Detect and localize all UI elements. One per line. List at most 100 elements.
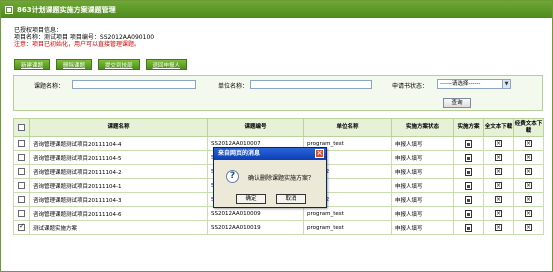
document-icon[interactable] — [465, 167, 472, 176]
header-plan: 实施方案 — [453, 118, 484, 137]
search-panel: 课题名称： 单位名称： 申请书状态： ------请选择------ ▼ 查询 — [13, 75, 543, 111]
cell-plan — [453, 150, 484, 165]
document-icon[interactable] — [465, 195, 472, 204]
x-box-icon[interactable]: × — [495, 168, 502, 175]
table-header: 课题名称 课题编号 单位名称 实施方案状态 实施方案 全文本下载 经费文本下载 — [13, 118, 544, 137]
warning-text: 注意：项目已初始化，用户可以直接管理课题。 — [14, 41, 141, 48]
table-row: 咨询管理课题测试项目20111104-6 SS2012AA010009 progra… — [13, 206, 544, 221]
cell-plan — [453, 192, 484, 207]
cell-status: 申报人填写 — [391, 150, 454, 165]
toolbar: 新建课题 删除课题 提交到技部 退回申报人 — [14, 59, 188, 70]
row-checkbox[interactable] — [18, 222, 25, 231]
document-icon[interactable] — [465, 139, 472, 148]
cell-fulltext: × — [483, 178, 514, 193]
dialog-message: 确认删除课题实施方案？ — [248, 175, 315, 182]
cell-budget: × — [513, 164, 544, 179]
project-line: 项目名称：测试项目 项目编号：SS2012AA090100 — [14, 34, 155, 41]
cancel-button[interactable]: 取消 — [276, 194, 306, 204]
select-all-cell — [13, 118, 30, 137]
cell-topic-name: 咨询管理课题测试项目20111104-1 — [29, 178, 208, 193]
cell-status: 申报人填写 — [391, 192, 454, 207]
x-box-icon[interactable]: × — [495, 140, 502, 147]
cell-unit-name: program_test — [303, 220, 392, 235]
cell-budget: × — [513, 178, 544, 193]
x-box-icon[interactable]: × — [495, 210, 502, 217]
cell-fulltext: × — [483, 206, 514, 221]
x-box-icon[interactable]: × — [525, 224, 532, 231]
x-box-icon[interactable]: × — [495, 182, 502, 189]
row-checkbox[interactable] — [18, 168, 25, 175]
header-unit-name: 单位名称 — [303, 118, 392, 137]
document-icon[interactable] — [465, 181, 472, 190]
unit-name-input[interactable] — [250, 80, 372, 89]
x-box-icon[interactable]: × — [495, 196, 502, 203]
topic-name-input[interactable] — [72, 80, 196, 89]
cell-budget: × — [513, 206, 544, 221]
cell-budget: × — [513, 192, 544, 207]
select-all-checkbox[interactable] — [18, 123, 25, 131]
status-selected: ------请选择------ — [440, 81, 481, 87]
cell-fulltext: × — [483, 220, 514, 235]
cell-budget: × — [513, 136, 544, 151]
dialog-title: 来自网页的消息 — [218, 150, 261, 157]
cell-status: 申报人填写 — [391, 206, 454, 221]
cell-status: 申报人填写 — [391, 164, 454, 179]
row-select-cell — [13, 150, 30, 165]
cell-budget: × — [513, 220, 544, 235]
query-button[interactable]: 查询 — [443, 98, 471, 108]
document-icon[interactable] — [465, 153, 472, 162]
row-select-cell — [13, 164, 30, 179]
question-icon: ? — [226, 170, 239, 183]
x-box-icon[interactable]: × — [495, 154, 502, 161]
cell-topic-name: 咨询管理课题测试项目20111104-4 — [29, 136, 208, 151]
status-label: 申请书状态： — [392, 83, 429, 90]
row-select-cell — [13, 192, 30, 207]
cell-status: 申报人填写 — [391, 220, 454, 235]
header-topic-code: 课题编号 — [207, 118, 304, 137]
document-icon[interactable] — [465, 223, 472, 232]
new-topic-button[interactable]: 新建课题 — [14, 59, 51, 70]
return-button[interactable]: 退回申报人 — [145, 59, 188, 70]
cell-fulltext: × — [483, 136, 514, 151]
delete-topic-button[interactable]: 删除课题 — [56, 59, 93, 70]
dialog-titlebar: 来自网页的消息 × — [214, 148, 326, 160]
x-box-icon[interactable]: × — [525, 154, 532, 161]
confirm-dialog: 来自网页的消息 × ? 确认删除课题实施方案？ 确定 取消 — [213, 147, 327, 208]
row-checkbox[interactable] — [18, 140, 25, 147]
info-heading: 已授权项目信息： — [14, 27, 63, 34]
unit-name-label: 单位名称： — [218, 83, 249, 90]
header-fulltext: 全文本下载 — [483, 118, 514, 137]
cell-fulltext: × — [483, 164, 514, 179]
x-box-icon[interactable]: × — [525, 140, 532, 147]
status-select[interactable]: ------请选择------ ▼ — [437, 79, 511, 89]
title-icon — [5, 5, 13, 14]
window-title: 863计划课题实施方案课题管理 — [17, 5, 116, 14]
row-select-cell — [13, 206, 30, 221]
cell-unit-name: program_test — [303, 206, 392, 221]
row-checkbox[interactable] — [18, 182, 25, 189]
project-info: 已授权项目信息： 项目名称：测试项目 项目编号：SS2012AA090100 注… — [14, 27, 154, 48]
row-checkbox[interactable] — [18, 196, 25, 203]
x-box-icon[interactable]: × — [525, 182, 532, 189]
chevron-down-icon[interactable]: ▼ — [502, 80, 510, 88]
cell-status: 申报人填写 — [391, 178, 454, 193]
table-row: 测试课题实施方案SS2012AA010019program_test申报人填写 ×… — [13, 220, 544, 235]
x-box-icon[interactable]: × — [495, 224, 502, 231]
header-topic-name: 课题名称 — [29, 118, 208, 137]
cell-plan — [453, 206, 484, 221]
close-icon[interactable]: × — [315, 149, 324, 158]
window-titlebar: 863计划课题实施方案课题管理 — [1, 1, 552, 18]
cell-topic-name: 咨询管理课题测试项目20111104-3 — [29, 192, 208, 207]
x-box-icon[interactable]: × — [525, 168, 532, 175]
row-checkbox[interactable] — [18, 210, 25, 217]
cell-budget: × — [513, 150, 544, 165]
x-box-icon[interactable]: × — [525, 210, 532, 217]
submit-button[interactable]: 提交到技部 — [98, 59, 140, 70]
row-select-cell — [13, 136, 30, 151]
main-frame: 863计划课题实施方案课题管理 已授权项目信息： 项目名称：测试项目 项目编号：… — [0, 0, 553, 272]
x-box-icon[interactable]: × — [525, 196, 532, 203]
row-checkbox[interactable] — [18, 154, 25, 161]
topic-name-label: 课题名称： — [34, 83, 65, 90]
document-icon[interactable] — [465, 209, 472, 218]
ok-button[interactable]: 确定 — [236, 194, 266, 204]
